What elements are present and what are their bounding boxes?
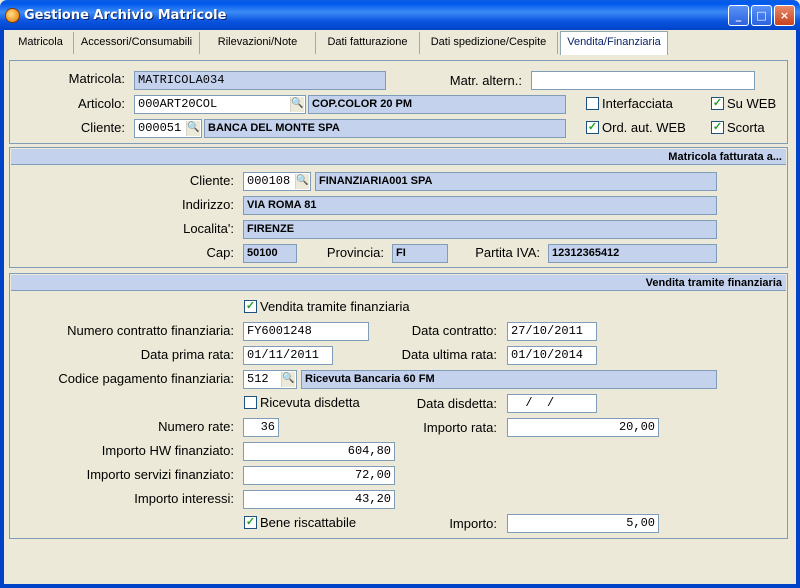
fatturata-header: Matricola fatturata a... [11, 149, 786, 165]
scorta-checkbox[interactable]: ✓ [711, 121, 724, 134]
provincia-label: Provincia: [326, 245, 384, 260]
matr-altern-label: Matr. altern.: [449, 73, 522, 88]
lookup-icon[interactable]: 🔍 [290, 97, 304, 112]
data-ultima-rata-field[interactable]: 01/10/2014 [507, 346, 597, 365]
importo-servizi-field[interactable]: 72,00 [243, 466, 395, 485]
fatturata-panel: Matricola fatturata a... Cliente: 000108… [9, 147, 788, 268]
num-contratto-field[interactable]: FY6001248 [243, 322, 369, 341]
numero-rate-field[interactable]: 36 [243, 418, 279, 437]
cod-pag-label: Codice pagamento finanziaria: [58, 371, 234, 386]
cod-pag-text: 512 [247, 372, 269, 386]
matr-altern-field[interactable] [531, 71, 755, 90]
cap-label: Cap: [206, 245, 234, 260]
tab-dati-fatturazione[interactable]: Dati fatturazione [316, 32, 420, 54]
su-web-checkbox[interactable]: ✓ [711, 97, 724, 110]
window-frame-bottom [0, 584, 800, 588]
scorta-label: Scorta [727, 120, 765, 135]
importo-field[interactable]: 5,00 [507, 514, 659, 533]
cap-field: 50100 [243, 244, 297, 263]
cliente-desc: BANCA DEL MONTE SPA [204, 119, 566, 138]
tab-accessori[interactable]: Accessori/Consumabili [74, 32, 200, 54]
ord-aut-web-label: Ord. aut. WEB [602, 120, 686, 135]
importo-label: Importo: [449, 516, 497, 531]
window-title: Gestione Archivio Matricole [24, 8, 227, 23]
bene-riscattabile-label: Bene riscattabile [260, 515, 357, 530]
tab-dati-spedizione[interactable]: Dati spedizione/Cespite [420, 32, 558, 54]
fatt-cliente-desc: FINANZIARIA001 SPA [315, 172, 717, 191]
data-prima-rata-field[interactable]: 01/11/2011 [243, 346, 333, 365]
data-contratto-label: Data contratto: [411, 323, 497, 338]
ricevuta-disdetta-checkbox[interactable] [244, 396, 257, 409]
minimize-button[interactable]: _ [728, 5, 749, 26]
articolo-code-field[interactable]: 000ART20COL 🔍 [134, 95, 306, 114]
lookup-icon[interactable]: 🔍 [186, 121, 200, 136]
localita-label: Localita': [183, 221, 234, 236]
cod-pag-desc: Ricevuta Bancaria 60 FM [301, 370, 717, 389]
matricola-label: Matricola: [68, 71, 125, 86]
lookup-icon[interactable]: 🔍 [295, 174, 309, 189]
importo-interessi-field[interactable]: 43,20 [243, 490, 395, 509]
cliente-code-text: 000051 [138, 121, 182, 135]
cliente-label: Cliente: [80, 120, 125, 135]
ord-aut-web-checkbox[interactable]: ✓ [586, 121, 599, 134]
data-disdetta-label: Data disdetta: [416, 396, 497, 411]
importo-hw-field[interactable]: 604,80 [243, 442, 395, 461]
localita-field: FIRENZE [243, 220, 717, 239]
app-icon [5, 8, 20, 23]
piva-label: Partita IVA: [475, 245, 540, 260]
numero-rate-label: Numero rate: [158, 419, 234, 434]
fatt-cliente-label: Cliente: [189, 173, 234, 188]
tab-vendita-finanziaria[interactable]: Vendita/Finanziaria [560, 31, 668, 55]
tab-matricola[interactable]: Matricola [8, 32, 74, 54]
provincia-field: FI [392, 244, 448, 263]
vendita-finanziaria-checkbox[interactable]: ✓ [244, 300, 257, 313]
data-ultima-rata-label: Data ultima rata: [401, 347, 497, 362]
fatt-cliente-code-field[interactable]: 000108 🔍 [243, 172, 311, 191]
ricevuta-disdetta-label: Ricevuta disdetta [260, 395, 360, 410]
window-frame-left [0, 30, 4, 588]
articolo-desc: COP.COLOR 20 PM [308, 95, 566, 114]
window-frame-right [796, 30, 800, 588]
data-prima-rata-label: Data prima rata: [140, 347, 234, 362]
interfacciata-checkbox[interactable] [586, 97, 599, 110]
importo-hw-label: Importo HW finanziato: [101, 443, 234, 458]
maximize-button[interactable]: □ [751, 5, 772, 26]
su-web-label: Su WEB [727, 96, 777, 111]
interfacciata-label: Interfacciata [602, 96, 673, 111]
indirizzo-label: Indirizzo: [181, 197, 234, 212]
tab-strip: Matricola Accessori/Consumabili Rilevazi… [4, 30, 796, 55]
lookup-icon[interactable]: 🔍 [281, 372, 295, 387]
close-button[interactable]: × [774, 5, 795, 26]
data-disdetta-field[interactable]: / / [507, 394, 597, 413]
cod-pag-field[interactable]: 512 🔍 [243, 370, 297, 389]
cliente-code-field[interactable]: 000051 🔍 [134, 119, 202, 138]
importo-rata-field[interactable]: 20,00 [507, 418, 659, 437]
matricola-panel: Matricola: MATRICOLA034 Matr. altern.: A… [9, 60, 788, 144]
num-contratto-label: Numero contratto finanziaria: [67, 323, 234, 338]
vendita-finanziaria-label: Vendita tramite finanziaria [260, 299, 410, 314]
tab-rilevazioni[interactable]: Rilevazioni/Note [200, 32, 316, 54]
bene-riscattabile-checkbox[interactable]: ✓ [244, 516, 257, 529]
fatt-cliente-code-text: 000108 [247, 174, 291, 188]
finanziaria-panel: Vendita tramite finanziaria ✓ Vendita tr… [9, 273, 788, 539]
importo-interessi-label: Importo interessi: [134, 491, 234, 506]
importo-rata-label: Importo rata: [423, 420, 497, 435]
indirizzo-field: VIA ROMA 81 [243, 196, 717, 215]
articolo-label: Articolo: [78, 96, 125, 111]
matricola-field[interactable]: MATRICOLA034 [134, 71, 386, 90]
articolo-code-text: 000ART20COL [138, 97, 218, 111]
importo-servizi-label: Importo servizi finanziato: [86, 467, 234, 482]
piva-field: 12312365412 [548, 244, 717, 263]
finanziaria-header: Vendita tramite finanziaria [11, 275, 786, 291]
data-contratto-field[interactable]: 27/10/2011 [507, 322, 597, 341]
